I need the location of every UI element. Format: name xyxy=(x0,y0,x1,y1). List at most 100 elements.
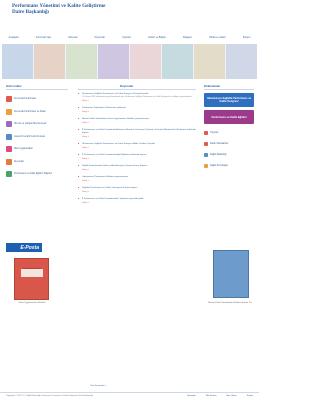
nav-item-publications[interactable]: Yayınlar xyxy=(122,36,131,39)
banner-photo xyxy=(66,44,97,79)
announcement-title[interactable]: Uluslararası Sağlıkta Performans ve Kali… xyxy=(78,93,196,96)
promo-banner[interactable]: Performans ve Kalite Eğitimi xyxy=(204,110,254,124)
banner-photo xyxy=(34,44,65,79)
document-icon xyxy=(204,152,208,157)
announcement-more-link[interactable]: Detay » xyxy=(78,169,196,171)
document-icon xyxy=(204,141,208,146)
promo-banner[interactable]: Uluslararası Sağlıkta Performans ve Kali… xyxy=(204,93,254,107)
site-title[interactable]: Performans Yönetimi ve Kalite Geliştirme… xyxy=(12,3,105,15)
footer-link[interactable]: Site Haritası xyxy=(206,395,217,397)
announcement-more-link[interactable]: Detay » xyxy=(78,122,196,124)
announcement-title[interactable]: İl Performans ve Kalite Koordinatörlüğü … xyxy=(78,154,196,157)
nav-item-contact[interactable]: İletişim xyxy=(243,36,250,39)
announcement-item: Hizmet Kalite Standartları Sınav Uygulam… xyxy=(78,118,196,124)
standards-book-cover[interactable] xyxy=(213,250,249,298)
announcement-title[interactable]: Hizmet Kalite Standartları Sınav Uygulam… xyxy=(78,118,196,121)
document-label: Yayınlar xyxy=(210,131,219,134)
announcement-item: Uluslararası Sağlıkta Performans ve Kali… xyxy=(78,143,196,149)
banner-photo xyxy=(98,44,129,79)
book-title: Kalite Standartları Rehberi xyxy=(21,269,43,277)
nav-item-legislation[interactable]: Mevzuat xyxy=(68,36,77,39)
quick-link-item[interactable]: Performans ve Kalite Eğitimi Talepleri xyxy=(6,168,68,181)
announcement-item: İl Performans ve Kalite Koordinatörlüğü … xyxy=(78,154,196,160)
quick-link-item[interactable]: Kurumsal Performans ve Kalite xyxy=(6,106,68,119)
documents-list: Uluslararası Sağlıkta Performans ve Kali… xyxy=(204,93,254,171)
footer-links: Anasayfa Site Haritası Bize Ulaşın İletişim xyxy=(187,395,253,397)
quick-link-icon xyxy=(6,146,12,153)
document-link[interactable]: Sağlık Bakanlığı xyxy=(204,149,254,160)
quick-link-icon xyxy=(6,96,12,103)
divider xyxy=(204,89,254,90)
nav-item-documents[interactable]: Belgeler xyxy=(183,36,192,39)
announcement-item: İl Performans ve Kalite Koordinatörlükle… xyxy=(78,129,196,138)
quick-link-item[interactable]: Web Uygulamaları xyxy=(6,143,68,156)
announcement-title[interactable]: Sağlık Sistemlerinde Kalite ve Akreditas… xyxy=(78,165,196,168)
quick-link-item[interactable]: Kurumsal Performans xyxy=(6,93,68,106)
divider xyxy=(6,89,68,90)
document-link[interactable]: Sağlık Kuruluşları xyxy=(204,160,254,171)
quick-link-item[interactable]: Hizmet ve Çalışan Memnuniyeti xyxy=(6,118,68,131)
quick-link-icon xyxy=(6,133,12,140)
document-label: Sağlık Bakanlığı xyxy=(210,153,227,156)
standards-book-caption[interactable]: Hizmet Kalite Standartları Rehberi Sürüm… xyxy=(204,302,256,305)
book-caption[interactable]: Sınav Uygulamaları Rehberi xyxy=(8,302,56,304)
quick-link-label: Web Uygulamaları xyxy=(14,148,33,151)
announcement-more-link[interactable]: Detay » xyxy=(78,202,196,204)
announcements-heading: Duyurular xyxy=(120,84,134,88)
main-nav: Anasayfa Kurumsal Yapı Mevzuat Duyurular… xyxy=(0,33,259,41)
announcement-more-link[interactable]: Detay » xyxy=(78,100,196,102)
quick-link-label: Kurumsal Performans xyxy=(14,98,37,101)
document-link[interactable]: Kalite Standartları xyxy=(204,138,254,149)
quick-link-label: Duyurular xyxy=(14,160,24,163)
announcement-title[interactable]: İl Performans ve Kalite Koordinatörleri … xyxy=(78,198,196,201)
announcement-more-link[interactable]: Detay » xyxy=(78,191,196,193)
banner-photo xyxy=(2,44,33,79)
nav-item-announcements[interactable]: Duyurular xyxy=(95,36,105,39)
rehber-book-cover[interactable]: Kalite Standartları Rehberi xyxy=(14,258,49,300)
announcement-more-link[interactable]: Detay » xyxy=(78,136,196,138)
footer-link[interactable]: İletişim xyxy=(247,395,253,397)
document-link[interactable]: Yayınlar xyxy=(204,127,254,138)
footer: Copyright © 2013 T.C. Sağlık Bakanlığı P… xyxy=(0,392,259,398)
announcement-more-link[interactable]: Detay » xyxy=(78,147,196,149)
eposta-label: E-Posta xyxy=(20,244,39,251)
announcement-title[interactable]: Laboratuvar Performans Rehberi yayınlanm… xyxy=(78,176,196,179)
nav-item-links[interactable]: Linkler ve Bilgiler xyxy=(148,36,166,39)
all-announcements-link[interactable]: Tüm Duyurular » xyxy=(90,385,106,387)
quick-links-list: Kurumsal Performans Kurumsal Performans v… xyxy=(6,93,68,181)
copyright-text: Copyright © 2013 T.C. Sağlık Bakanlığı P… xyxy=(6,394,93,397)
announcement-title[interactable]: İl Performans ve Kalite Koordinatörlükle… xyxy=(78,129,196,135)
footer-link[interactable]: Anasayfa xyxy=(187,395,195,397)
quick-link-label: Hizmet ve Çalışan Memnuniyeti xyxy=(14,123,47,126)
announcement-title[interactable]: Sağlıkta Performans ve Kalite Yönergesi'… xyxy=(78,187,196,190)
announcement-item: Performans Toplantıları Takvimi ilan edi… xyxy=(78,107,196,113)
quick-link-label: Kurumsal Performans ve Kalite xyxy=(14,110,46,113)
banner-photo xyxy=(194,44,225,79)
photo-banner xyxy=(2,44,257,79)
announcement-more-link[interactable]: Detay » xyxy=(78,111,196,113)
quick-link-icon xyxy=(6,121,12,128)
announcement-item: Sağlıkta Performans ve Kalite Yönergesi'… xyxy=(78,187,196,193)
banner-photo xyxy=(130,44,161,79)
nav-item-corporate[interactable]: Kurumsal Yapı xyxy=(36,36,51,39)
eposta-button[interactable]: E-Posta xyxy=(6,243,42,252)
quick-link-item[interactable]: Duyurular xyxy=(6,156,68,169)
quick-link-icon xyxy=(6,158,12,165)
nav-item-gallery[interactable]: Harita ve Galeri xyxy=(209,36,226,39)
document-label: Kalite Standartları xyxy=(210,142,229,145)
announcements-list: Uluslararası Sağlıkta Performans ve Kali… xyxy=(78,93,196,209)
quick-link-icon xyxy=(6,171,12,178)
nav-item-home[interactable]: Anasayfa xyxy=(9,36,19,39)
quick-links-heading: Hızlı Linkler xyxy=(6,84,22,88)
divider xyxy=(78,89,196,90)
announcement-more-link[interactable]: Detay » xyxy=(78,180,196,182)
announcement-title[interactable]: Uluslararası Sağlıkta Performans ve Kali… xyxy=(78,143,196,146)
announcement-item: İl Performans ve Kalite Koordinatörleri … xyxy=(78,198,196,204)
announcement-title[interactable]: Performans Toplantıları Takvimi ilan edi… xyxy=(78,107,196,110)
document-icon xyxy=(204,130,208,135)
announcement-desc: 7-9 Kasım 2013 tarihlerinde gerçekleştir… xyxy=(82,96,193,98)
footer-link[interactable]: Bize Ulaşın xyxy=(227,395,237,397)
quick-link-item[interactable]: Güvenli Cerrahi Kontrol Listesi xyxy=(6,131,68,144)
quick-link-icon xyxy=(6,108,12,115)
announcement-more-link[interactable]: Detay » xyxy=(78,158,196,160)
